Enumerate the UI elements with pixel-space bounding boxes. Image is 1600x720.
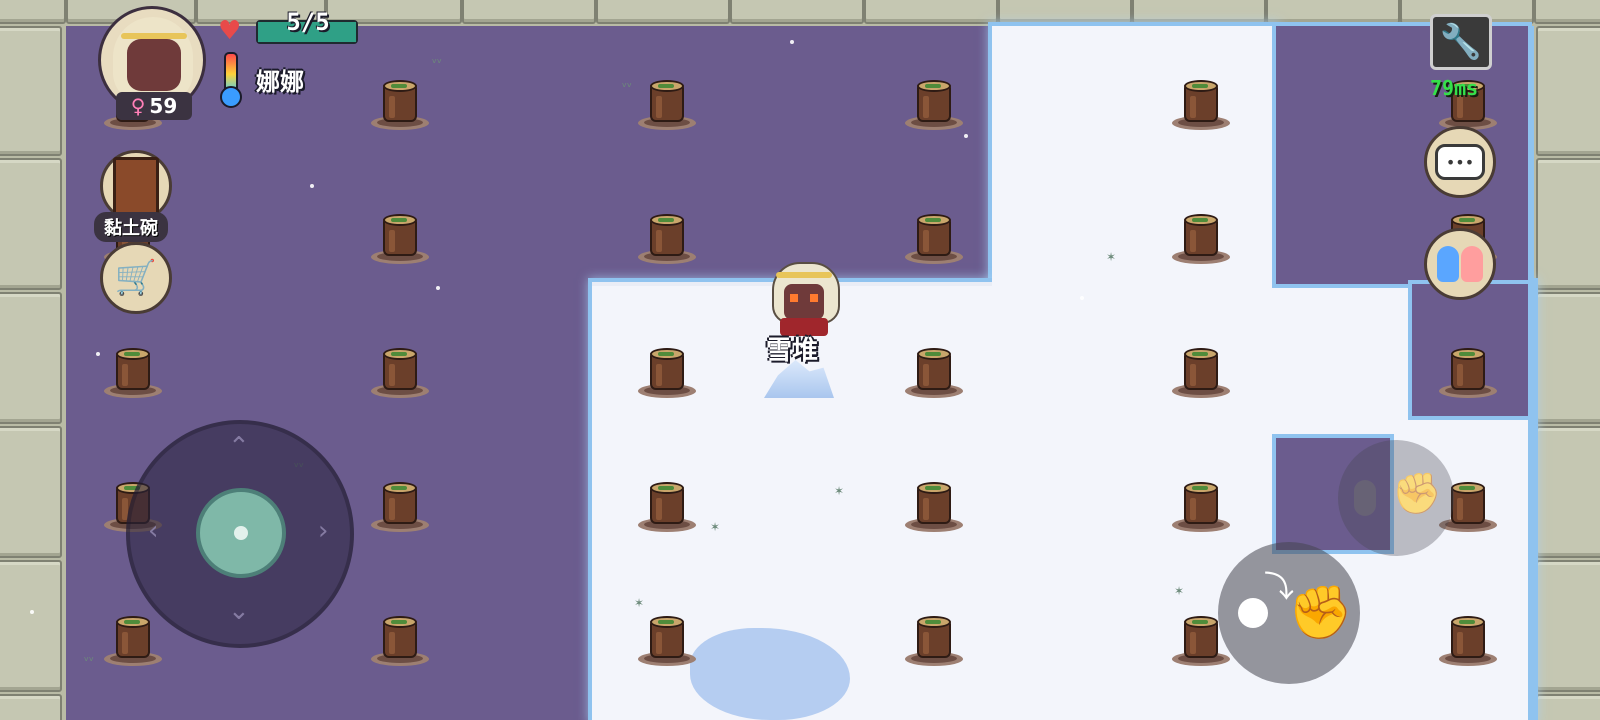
throw-action-button[interactable]: ✊ ⤵ [1218, 542, 1360, 684]
tree-stump[interactable] [1435, 614, 1501, 670]
game-view: ᵥᵥ ᵥᵥ ᵥᵥ ✶ ✶ ✶ ✶ ✶ ᵥᵥ 雪堆 ♀ 59 ♥ 5/5 娜娜 [0, 0, 1600, 720]
health-value: 5/5 [286, 8, 330, 36]
chevron-up-icon: ⌃ [228, 432, 250, 462]
tree-stump[interactable] [100, 614, 166, 670]
tree-stump[interactable] [1168, 212, 1234, 268]
recipe-book-label: 黏土碗 [94, 212, 168, 242]
shop-button[interactable]: 🛒 [100, 242, 172, 314]
tree-stump[interactable] [901, 480, 967, 536]
tree-stump[interactable] [1435, 346, 1501, 402]
tree-stump[interactable] [634, 212, 700, 268]
tree-stump[interactable] [367, 212, 433, 268]
left-wall [0, 26, 66, 720]
wrench-icon: 🔧 [1439, 22, 1483, 62]
social-button[interactable] [1424, 228, 1496, 300]
chevron-left-icon: ‹ [148, 516, 159, 546]
tree-stump[interactable] [634, 614, 700, 670]
person-icon [1354, 480, 1376, 516]
snowflake [436, 286, 440, 290]
snowflake [964, 134, 968, 138]
grass-tuft: ᵥᵥ [84, 650, 95, 664]
right-wall [1534, 26, 1600, 720]
chat-button[interactable]: ••• [1424, 126, 1496, 198]
thermometer-bulb [220, 86, 242, 108]
grass-tuft: ✶ [634, 596, 645, 610]
age-badge: ♀ 59 [116, 92, 192, 120]
tree-stump[interactable] [367, 480, 433, 536]
tree-stump[interactable] [901, 614, 967, 670]
tree-stump[interactable] [1168, 78, 1234, 134]
snowflake [30, 610, 34, 614]
snowflake [310, 184, 314, 188]
grass-tuft: ✶ [1174, 584, 1185, 598]
tree-stump[interactable] [367, 78, 433, 134]
book-icon [113, 157, 159, 215]
avatar-headband [121, 33, 187, 39]
tree-stump[interactable] [367, 614, 433, 670]
snowflake [790, 40, 794, 44]
tree-stump[interactable] [367, 346, 433, 402]
shopping-cart-icon: 🛒 [114, 258, 158, 298]
speech-bubble-icon: ••• [1435, 144, 1485, 180]
tree-stump[interactable] [901, 212, 967, 268]
chevron-right-icon: › [318, 516, 329, 546]
settings-button[interactable]: 🔧 [1430, 14, 1492, 70]
avatar-face [127, 39, 181, 91]
secondary-action-button[interactable]: ✊ [1338, 440, 1454, 556]
grass-tuft: ✶ [710, 520, 721, 534]
throw-fist-icon: ✊ [1288, 583, 1353, 643]
heart-icon: ♥ [218, 16, 242, 46]
grab-fist-icon: ✊ [1392, 471, 1442, 517]
tree-stump[interactable] [634, 78, 700, 134]
grass-tuft: ✶ [834, 484, 845, 498]
tree-stump[interactable] [901, 78, 967, 134]
female-icon: ♀ [130, 94, 146, 118]
grass-tuft: ᵥᵥ [432, 52, 443, 66]
joystick-knob[interactable] [196, 488, 286, 578]
grass-tuft: ᵥᵥ [622, 76, 633, 90]
player-character [768, 262, 840, 336]
chevron-down-icon: ⌄ [228, 596, 250, 626]
snowflake [1080, 296, 1084, 300]
held-item-label: 雪堆 [766, 336, 819, 366]
tree-stump[interactable] [634, 346, 700, 402]
tree-stump[interactable] [901, 346, 967, 402]
tree-stump[interactable] [1168, 480, 1234, 536]
player-name: 娜娜 [256, 68, 304, 96]
tree-stump[interactable] [634, 480, 700, 536]
curved-arrow-icon: ⤵ [1264, 570, 1294, 605]
tree-stump[interactable] [100, 346, 166, 402]
ping-indicator: 79ms [1430, 76, 1479, 100]
tree-stump[interactable] [1168, 346, 1234, 402]
grass-tuft: ✶ [1106, 250, 1117, 264]
age-value: 59 [149, 94, 178, 118]
two-people-icon [1437, 246, 1483, 282]
snow-area [1528, 26, 1534, 720]
dpad-icon [234, 526, 248, 540]
